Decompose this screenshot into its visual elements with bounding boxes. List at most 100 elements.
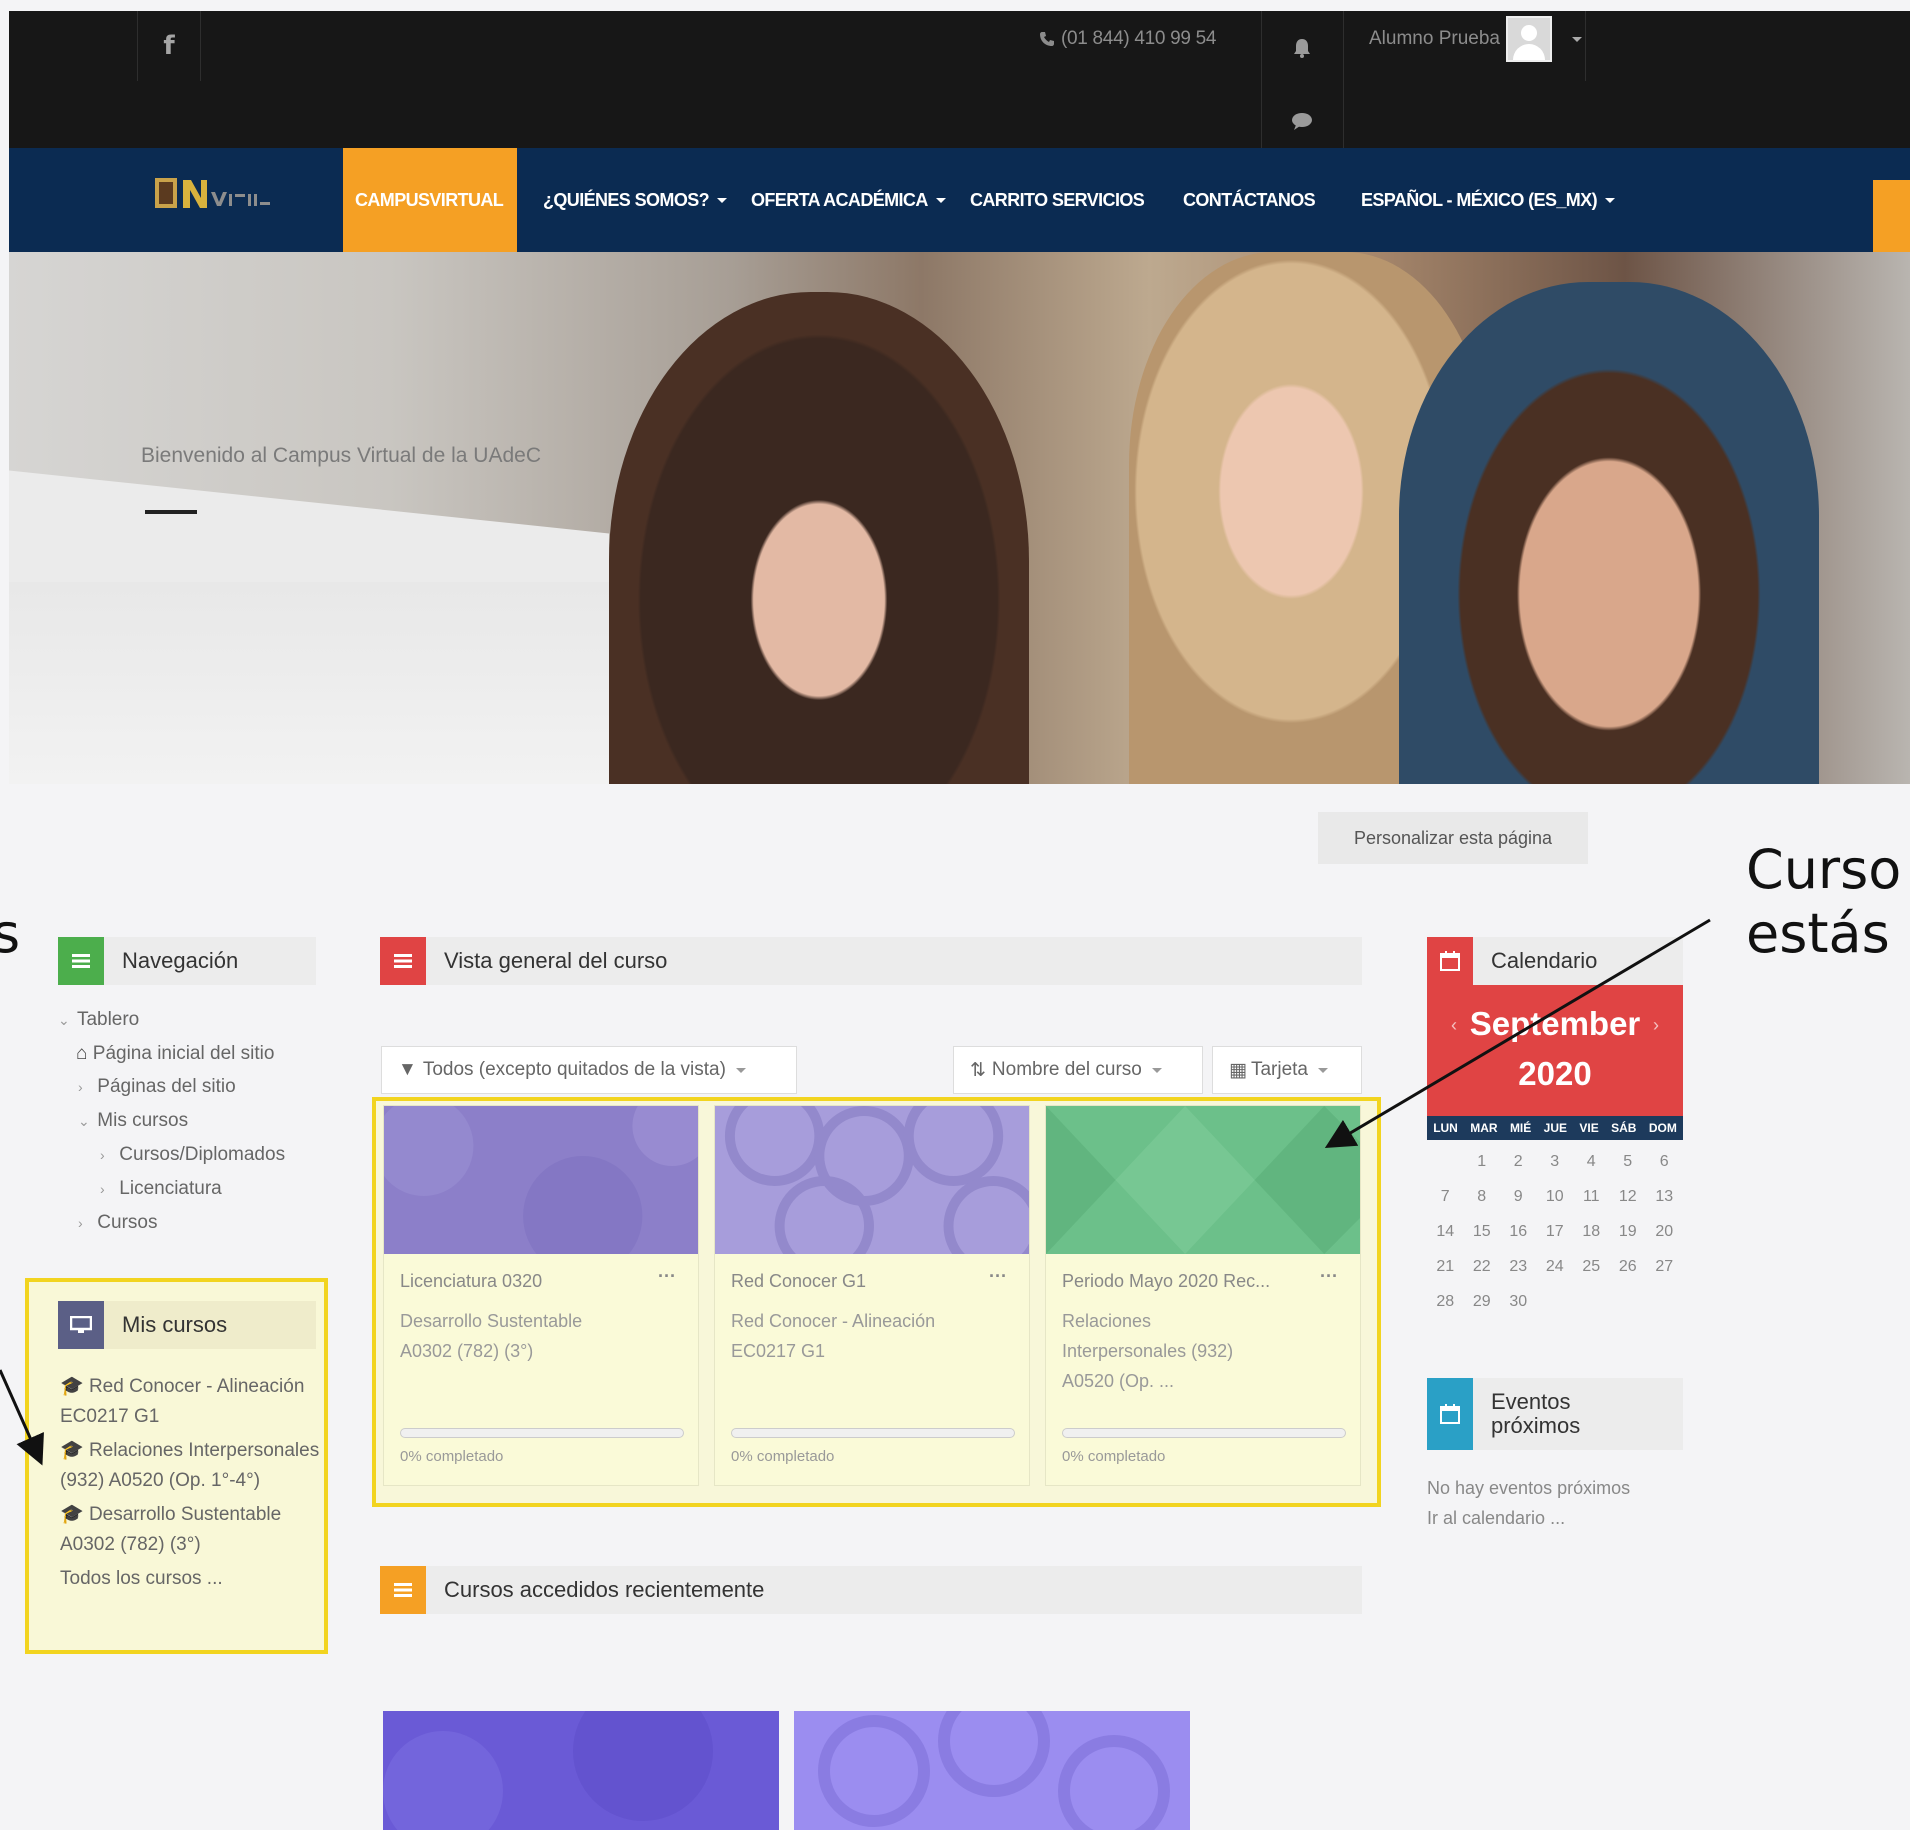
calendar-day[interactable]: 26 bbox=[1610, 1258, 1647, 1276]
calendar-grid: 123456 7 8 9 10 11 12 13 14 15 16 17 18 19 20 21 22 23… bbox=[1427, 1144, 1683, 1319]
tree-item-cursos[interactable]: › Cursos bbox=[58, 1206, 285, 1240]
calendar-day[interactable]: 12 bbox=[1610, 1188, 1647, 1206]
chevron-down-icon bbox=[1151, 1067, 1162, 1073]
course-name-line: Red Conocer - Alineación bbox=[731, 1311, 936, 1331]
course-name[interactable]: Red Conocer - Alineación EC0217 G1 bbox=[731, 1306, 1011, 1366]
upcoming-events-header: Eventos próximos bbox=[1427, 1378, 1683, 1450]
personalize-page-button[interactable]: Personalizar esta página bbox=[1318, 812, 1588, 864]
calendar-day[interactable]: 6 bbox=[1646, 1153, 1683, 1171]
course-card-image bbox=[374, 1086, 712, 1276]
progress-bar bbox=[1062, 1428, 1346, 1438]
calendar-day[interactable]: 11 bbox=[1573, 1188, 1610, 1206]
calendar-day[interactable]: 21 bbox=[1427, 1258, 1464, 1276]
calendar-day[interactable]: 22 bbox=[1464, 1258, 1501, 1276]
view-label: Tarjeta bbox=[1250, 1059, 1308, 1080]
weekday: JUE bbox=[1543, 1121, 1567, 1135]
course-card[interactable]: Red Conocer G1 ··· Red Conocer - Alineac… bbox=[714, 1086, 1043, 1486]
my-course-link[interactable]: 🎓 Desarrollo Sustentable A0302 (782) (3°… bbox=[60, 1500, 320, 1560]
calendar-day[interactable]: 29 bbox=[1464, 1293, 1501, 1311]
calendar-day[interactable]: 13 bbox=[1646, 1188, 1683, 1206]
calendar-day[interactable]: 17 bbox=[1537, 1223, 1574, 1241]
calendar-day[interactable]: 5 bbox=[1610, 1153, 1647, 1171]
navigation-block-header: Navegación bbox=[58, 937, 316, 985]
messages-chat-icon[interactable] bbox=[1291, 111, 1313, 136]
course-name[interactable]: Desarrollo Sustentable A0302 (782) (3°) bbox=[400, 1306, 680, 1366]
calendar-day[interactable]: 23 bbox=[1500, 1258, 1537, 1276]
calendar-day[interactable]: 27 bbox=[1646, 1258, 1683, 1276]
nav-label: OFERTA ACADÉMICA bbox=[751, 189, 928, 210]
calendar-day[interactable]: 4 bbox=[1573, 1153, 1610, 1171]
facebook-icon[interactable]: f bbox=[137, 11, 201, 81]
course-card-image bbox=[1046, 1106, 1360, 1254]
tree-item-my-courses[interactable]: ⌄ Mis cursos bbox=[58, 1104, 285, 1138]
tree-item-tablero[interactable]: ⌄ Tablero bbox=[58, 1003, 285, 1037]
calendar-day[interactable]: 3 bbox=[1537, 1153, 1574, 1171]
all-courses-link[interactable]: Todos los cursos ... bbox=[60, 1564, 320, 1594]
more-options-icon[interactable]: ··· bbox=[1320, 1266, 1338, 1287]
calendar-day[interactable]: 19 bbox=[1610, 1223, 1647, 1241]
home-icon: ⌂ bbox=[76, 1043, 88, 1064]
calendar-day[interactable]: 24 bbox=[1537, 1258, 1574, 1276]
more-options-icon[interactable]: ··· bbox=[658, 1266, 676, 1287]
tree-label: Mis cursos bbox=[97, 1110, 189, 1131]
chevron-down-icon bbox=[717, 197, 728, 203]
course-card[interactable]: Periodo Mayo 2020 Rec... ··· Relaciones … bbox=[1045, 1105, 1361, 1486]
phone-text: (01 844) 410 99 54 bbox=[1061, 28, 1217, 49]
course-name-line: EC0217 G1 bbox=[731, 1341, 826, 1361]
progress-bar bbox=[400, 1428, 684, 1438]
notifications-bell-icon[interactable] bbox=[1291, 37, 1313, 64]
my-course-link[interactable]: 🎓 Red Conocer - Alineación EC0217 G1 bbox=[60, 1372, 320, 1432]
recent-course-image[interactable] bbox=[794, 1711, 1190, 1830]
tree-item-home[interactable]: ⌂ Página inicial del sitio bbox=[58, 1037, 285, 1070]
view-dropdown[interactable]: ▦ Tarjeta bbox=[1212, 1046, 1362, 1094]
calendar-day[interactable]: 14 bbox=[1427, 1223, 1464, 1241]
my-course-link[interactable]: 🎓 Relaciones Interpersonales (932) A0520… bbox=[60, 1436, 320, 1496]
calendar-week: 21 22 23 24 25 26 27 bbox=[1427, 1249, 1683, 1284]
calendar-day[interactable]: 28 bbox=[1427, 1293, 1464, 1311]
calendar-day[interactable]: 7 bbox=[1427, 1188, 1464, 1206]
calendar-day[interactable]: 16 bbox=[1500, 1223, 1537, 1241]
recent-course-image[interactable] bbox=[383, 1711, 779, 1830]
block-title: Calendario bbox=[1491, 948, 1598, 973]
tree-item-site-pages[interactable]: › Páginas del sitio bbox=[58, 1070, 285, 1104]
chevron-down-icon bbox=[1317, 1067, 1328, 1073]
calendar-day[interactable]: 1 bbox=[1464, 1153, 1501, 1171]
divider bbox=[1261, 11, 1262, 148]
calendar-day[interactable]: 20 bbox=[1646, 1223, 1683, 1241]
calendar-day[interactable]: 25 bbox=[1573, 1258, 1610, 1276]
more-options-icon[interactable]: ··· bbox=[989, 1266, 1007, 1287]
calendar-day[interactable]: 9 bbox=[1500, 1188, 1537, 1206]
user-menu[interactable]: Alumno Prueba bbox=[1369, 11, 1582, 67]
tree-item-cursos-diplomados[interactable]: › Cursos/Diplomados bbox=[58, 1138, 285, 1172]
tree-label: Páginas del sitio bbox=[97, 1076, 236, 1097]
virtual-logo[interactable] bbox=[153, 172, 283, 220]
nav-contactanos[interactable]: CONTÁCTANOS bbox=[1183, 148, 1316, 252]
calendar-day[interactable]: 18 bbox=[1573, 1223, 1610, 1241]
nav-oferta-academica[interactable]: OFERTA ACADÉMICA bbox=[751, 148, 946, 252]
calendar-day[interactable]: 2 bbox=[1500, 1153, 1537, 1171]
nav-language[interactable]: ESPAÑOL - MÉXICO (ES_MX) bbox=[1361, 148, 1615, 252]
sort-dropdown[interactable]: ⇅ Nombre del curso bbox=[953, 1046, 1203, 1094]
calendar-day[interactable]: 30 bbox=[1500, 1293, 1537, 1311]
progress-text: 0% completado bbox=[400, 1448, 504, 1465]
nav-campusvirtual[interactable]: CAMPUSVIRTUAL bbox=[343, 148, 517, 252]
nav-quienes-somos[interactable]: ¿QUIÉNES SOMOS? bbox=[543, 148, 728, 252]
calendar-day[interactable]: 10 bbox=[1537, 1188, 1574, 1206]
calendar-header: Calendario bbox=[1427, 937, 1683, 985]
nav-carrito-servicios[interactable]: CARRITO SERVICIOS bbox=[970, 148, 1145, 252]
phone-number[interactable]: (01 844) 410 99 54 bbox=[1039, 11, 1269, 67]
course-name-line: Desarrollo Sustentable bbox=[400, 1311, 583, 1331]
filter-dropdown[interactable]: ▼ Todos (excepto quitados de la vista) bbox=[381, 1046, 797, 1094]
tree-item-licenciatura[interactable]: › Licenciatura bbox=[58, 1172, 285, 1206]
course-card[interactable]: Licenciatura 0320 ··· Desarrollo Sustent… bbox=[374, 1086, 712, 1486]
calendar-day[interactable]: 15 bbox=[1464, 1223, 1501, 1241]
calendar-day[interactable]: 8 bbox=[1464, 1188, 1501, 1206]
screenshot: { "topbar": { "facebook_icon": "f", "pho… bbox=[0, 0, 1910, 1830]
tree-label: Tablero bbox=[76, 1009, 140, 1030]
monitor-icon bbox=[58, 1301, 104, 1349]
go-to-calendar-link[interactable]: Ir al calendario ... bbox=[1427, 1503, 1630, 1533]
course-name[interactable]: Relaciones Interpersonales (932) A0520 (… bbox=[1062, 1306, 1342, 1396]
tree-label: Página inicial del sitio bbox=[92, 1043, 275, 1064]
next-month-icon[interactable]: › bbox=[1653, 1015, 1659, 1036]
chevron-right-icon: › bbox=[100, 1181, 105, 1197]
